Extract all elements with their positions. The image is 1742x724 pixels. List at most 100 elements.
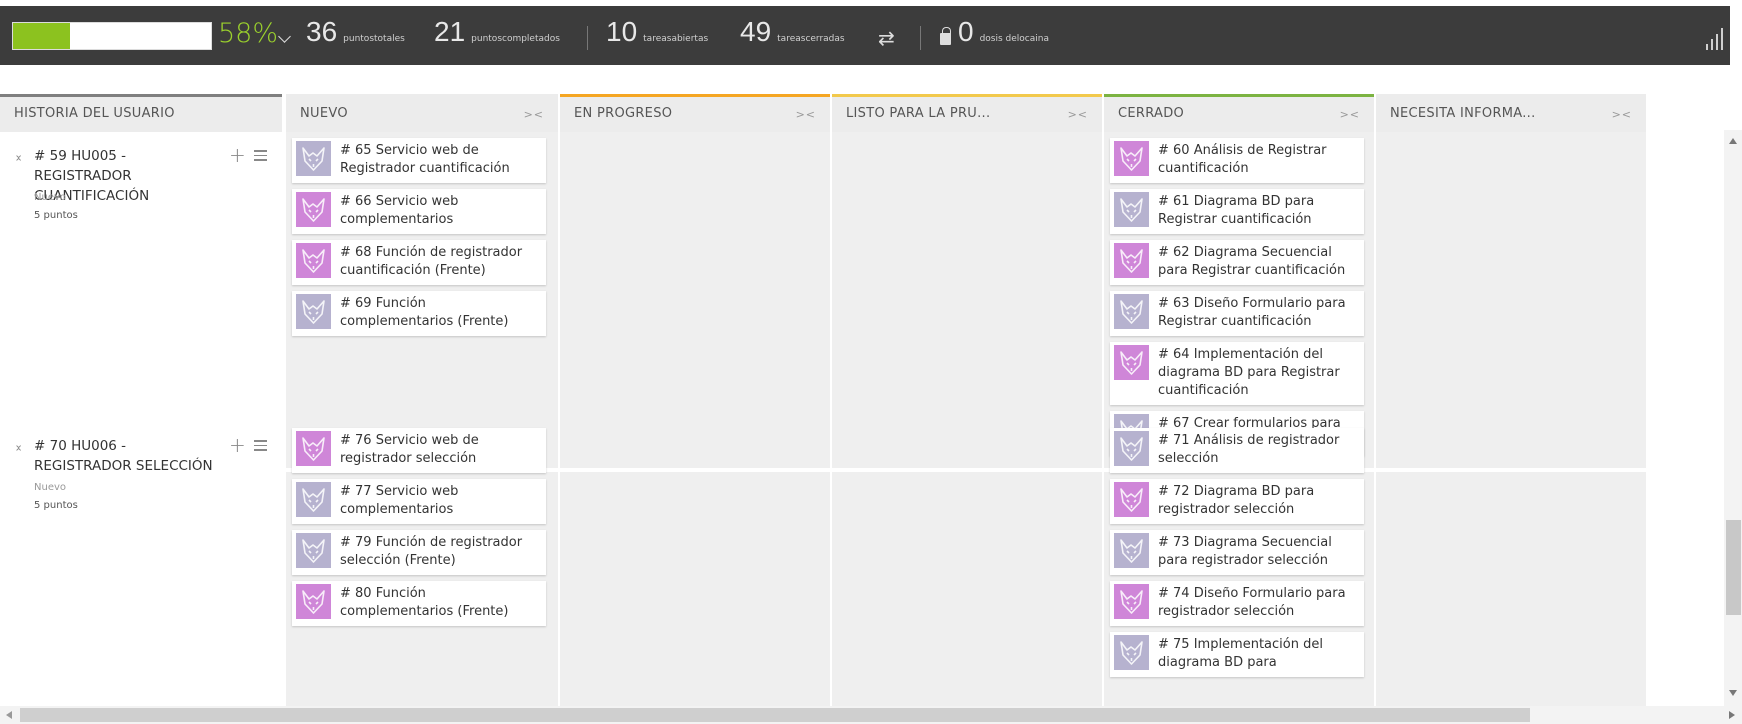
vertical-scroll-thumb[interactable] <box>1726 520 1741 615</box>
column-title: LISTO PARA LA PRU... <box>846 106 991 121</box>
signal-bars-icon[interactable] <box>1706 28 1728 50</box>
task-card[interactable]: # 80 Función complementarios (Frente) <box>292 581 546 626</box>
task-title: # 80 Función complementarios (Frente) <box>340 586 509 619</box>
task-card[interactable]: # 77 Servicio web complementarios <box>292 479 546 524</box>
fold-column-icon[interactable]: >< <box>1340 108 1360 121</box>
task-card[interactable]: # 61 Diagrama BD para Registrar cuantifi… <box>1110 189 1364 234</box>
task-title: # 75 Implementación del diagrama BD para <box>1158 637 1323 670</box>
story-points: 5 puntos <box>34 210 78 221</box>
fold-column-icon[interactable]: >< <box>1068 108 1088 121</box>
swimlane-divider <box>0 468 1646 472</box>
scroll-up-icon[interactable] <box>1729 138 1737 144</box>
horizontal-scroll-thumb[interactable] <box>20 708 1530 722</box>
task-card[interactable]: # 75 Implementación del diagrama BD para <box>1110 632 1364 677</box>
divider <box>587 26 588 50</box>
task-card[interactable]: # 73 Diagrama Secuencial para registrado… <box>1110 530 1364 575</box>
sprint-stats-bar: 58% 36 puntostotales 21 puntoscompletado… <box>0 6 1730 65</box>
task-card[interactable]: # 76 Servicio web de registrador selecci… <box>292 428 546 473</box>
scroll-left-icon[interactable] <box>6 711 12 719</box>
column-listo <box>832 132 1102 706</box>
task-card[interactable]: # 68 Función de registrador cuantificaci… <box>292 240 546 285</box>
top-bar: 58% 36 puntostotales 21 puntoscompletado… <box>0 0 1742 74</box>
stat-label: puntostotales <box>343 34 405 44</box>
story-points: 5 puntos <box>34 500 78 511</box>
task-card[interactable]: # 63 Diseño Formulario para Registrar cu… <box>1110 291 1364 336</box>
stat-value: 49 <box>740 16 772 47</box>
avatar-icon <box>1114 345 1149 380</box>
add-task-icon[interactable]: + <box>229 435 246 455</box>
task-card[interactable]: # 79 Función de registrador selección (F… <box>292 530 546 575</box>
task-card[interactable]: # 65 Servicio web de Registrador cuantif… <box>292 138 546 183</box>
task-title: # 69 Función complementarios (Frente) <box>340 296 509 329</box>
list-icon[interactable] <box>254 150 267 161</box>
fold-column-icon[interactable]: >< <box>1612 108 1632 121</box>
column-header-en-progreso: EN PROGRESO >< <box>560 94 830 132</box>
stat-label: puntoscompletados <box>471 34 560 44</box>
task-title: # 66 Servicio web complementarios <box>340 194 459 227</box>
task-card[interactable]: # 69 Función complementarios (Frente) <box>292 291 546 336</box>
column-title: CERRADO <box>1118 106 1185 121</box>
taskboard: HISTORIA DEL USUARIO NUEVO >< EN PROGRES… <box>0 94 1724 706</box>
stat-label: tareascerradas <box>777 34 845 44</box>
avatar-icon <box>296 533 331 568</box>
task-title: # 72 Diagrama BD para registrador selecc… <box>1158 484 1315 517</box>
avatar-icon <box>296 431 331 466</box>
task-title: # 79 Función de registrador selección (F… <box>340 535 523 568</box>
column-title: NUEVO <box>300 106 348 121</box>
stat-value: 10 <box>606 16 638 47</box>
story-status: Nuevo <box>34 192 67 203</box>
add-task-icon[interactable]: + <box>229 145 246 165</box>
vertical-scrollbar[interactable] <box>1724 130 1742 706</box>
task-card[interactable]: # 66 Servicio web complementarios <box>292 189 546 234</box>
avatar-icon <box>296 192 331 227</box>
avatar-icon <box>1114 141 1149 176</box>
scroll-down-icon[interactable] <box>1729 690 1737 696</box>
swap-arrows-icon[interactable]: ⇄ <box>878 26 895 50</box>
story-title[interactable]: # 70 HU006 - REGISTRADOR SELECCIÓN <box>34 436 224 476</box>
avatar-icon <box>1114 584 1149 619</box>
column-header-nuevo: NUEVO >< <box>286 94 558 132</box>
avatar-icon <box>296 584 331 619</box>
fold-column-icon[interactable]: >< <box>524 108 544 121</box>
scroll-right-icon[interactable] <box>1729 711 1735 719</box>
task-title: # 71 Análisis de registrador selección <box>1158 433 1340 466</box>
task-card[interactable]: # 62 Diagrama Secuencial para Registrar … <box>1110 240 1364 285</box>
stat-label: tareasabiertas <box>643 34 709 44</box>
chevron-down-icon[interactable] <box>278 30 291 43</box>
column-necesita <box>1376 132 1646 706</box>
task-title: # 62 Diagrama Secuencial para Registrar … <box>1158 245 1346 278</box>
column-header-historia: HISTORIA DEL USUARIO <box>0 94 282 132</box>
task-card[interactable]: # 71 Análisis de registrador selección <box>1110 428 1364 473</box>
column-title: EN PROGRESO <box>574 106 673 121</box>
lock-icon <box>940 27 951 45</box>
task-title: # 65 Servicio web de Registrador cuantif… <box>340 143 510 176</box>
column-title: NECESITA INFORMA... <box>1390 106 1536 121</box>
task-card[interactable]: # 60 Análisis de Registrar cuantificació… <box>1110 138 1364 183</box>
column-title: HISTORIA DEL USUARIO <box>14 106 175 121</box>
column-en-progreso <box>560 132 830 706</box>
task-title: # 68 Función de registrador cuantificaci… <box>340 245 523 278</box>
avatar-icon <box>1114 635 1149 670</box>
collapse-toggle-icon[interactable]: ⌄ ⌃ <box>14 149 23 168</box>
stat-value: 21 <box>434 16 466 47</box>
collapse-toggle-icon[interactable]: ⌄ ⌃ <box>14 439 23 458</box>
stat-label: dosis delocaina <box>979 34 1049 44</box>
avatar-icon <box>296 141 331 176</box>
avatar-icon <box>296 243 331 278</box>
task-title: # 76 Servicio web de registrador selecci… <box>340 433 479 466</box>
avatar-icon <box>296 294 331 329</box>
task-card[interactable]: # 64 Implementación del diagrama BD para… <box>1110 342 1364 405</box>
list-icon[interactable] <box>254 440 267 451</box>
fold-column-icon[interactable]: >< <box>796 108 816 121</box>
stat-tareas-cerradas: 49 tareascerradas <box>740 16 845 48</box>
column-header-listo: LISTO PARA LA PRU... >< <box>832 94 1102 132</box>
task-card[interactable]: # 72 Diagrama BD para registrador selecc… <box>1110 479 1364 524</box>
task-card[interactable]: # 74 Diseño Formulario para registrador … <box>1110 581 1364 626</box>
column-header-cerrado: CERRADO >< <box>1104 94 1374 132</box>
avatar-icon <box>1114 294 1149 329</box>
avatar-icon <box>1114 533 1149 568</box>
progress-percent: 58% <box>218 18 279 49</box>
story-status: Nuevo <box>34 482 67 493</box>
stat-value: 0 <box>958 16 974 47</box>
task-title: # 61 Diagrama BD para Registrar cuantifi… <box>1158 194 1315 227</box>
